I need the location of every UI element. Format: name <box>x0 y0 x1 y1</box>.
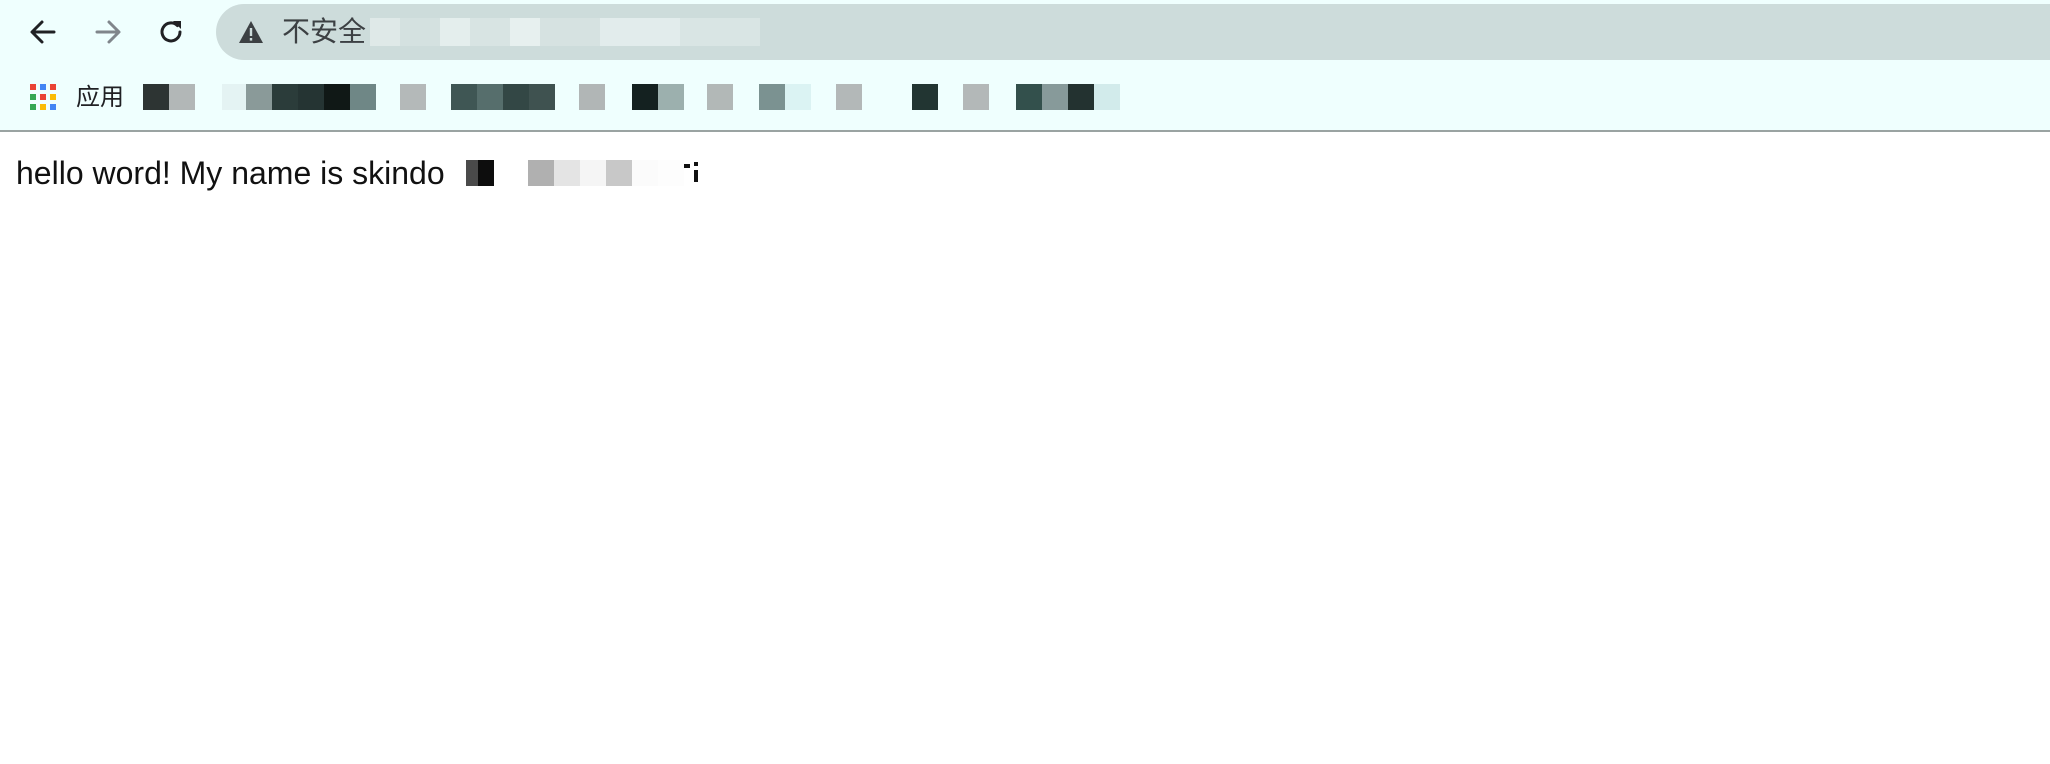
redacted-bookmark[interactable] <box>451 84 555 110</box>
apps-label: 应用 <box>76 83 124 111</box>
apps-shortcut[interactable]: 应用 <box>30 82 124 112</box>
redacted-bookmark[interactable] <box>579 84 605 110</box>
page-body-text: hello word! My name is skindo <box>16 155 445 191</box>
address-bar[interactable]: 不安全 <box>216 4 2050 60</box>
redacted-bookmark[interactable] <box>400 84 426 110</box>
redacted-bookmark[interactable] <box>1016 84 1120 110</box>
back-button[interactable] <box>21 10 65 54</box>
redacted-bookmark[interactable] <box>707 84 733 110</box>
forward-button[interactable] <box>86 10 130 54</box>
warning-triangle-icon[interactable] <box>238 20 264 44</box>
redaction-mosaic <box>370 18 760 46</box>
redacted-bookmark[interactable] <box>836 84 862 110</box>
browser-toolbar: 不安全 应用 <box>0 0 2050 132</box>
bookmarks-bar: 应用 <box>0 72 2050 122</box>
redacted-text <box>466 160 698 186</box>
apps-grid-icon <box>30 84 56 110</box>
redacted-bookmark[interactable] <box>963 84 989 110</box>
security-status-label[interactable]: 不安全 <box>282 15 366 49</box>
redacted-bookmark[interactable] <box>912 84 938 110</box>
reload-button[interactable] <box>149 10 193 54</box>
arrow-right-icon <box>95 20 121 44</box>
redacted-bookmark[interactable] <box>759 84 811 110</box>
redacted-bookmark[interactable] <box>222 84 376 110</box>
arrow-left-icon <box>30 20 56 44</box>
redacted-bookmark[interactable] <box>632 84 684 110</box>
redacted-url <box>370 18 870 46</box>
redacted-bookmark[interactable] <box>143 84 197 110</box>
reload-icon <box>160 21 182 43</box>
